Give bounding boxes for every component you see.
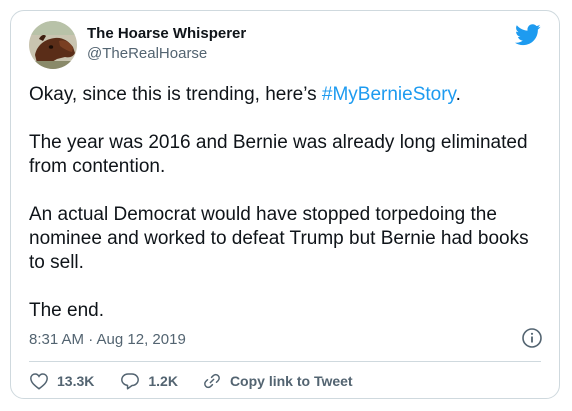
reply-button[interactable]: 1.2K: [120, 372, 178, 390]
copy-link-label: Copy link to Tweet: [229, 373, 353, 389]
author-avatar[interactable]: [29, 21, 77, 69]
heart-icon: [30, 373, 48, 390]
tweet-actions: 13.3K 1.2K Copy link to Tweet: [29, 369, 353, 393]
tweet-text-suffix: .: [455, 84, 461, 105]
tweet-card: The Hoarse Whisperer @TheRealHoarse Okay…: [10, 10, 560, 399]
tweet-text-prefix: Okay, since this is trending, here’s: [29, 84, 322, 105]
author-handle[interactable]: @TheRealHoarse: [87, 45, 207, 62]
tweet-text: Okay, since this is trending, here’s #My…: [29, 83, 544, 323]
twitter-bird-icon[interactable]: [515, 24, 541, 46]
reply-bubble-icon: [121, 373, 140, 390]
link-icon: [204, 373, 220, 389]
copy-link-button[interactable]: Copy link to Tweet: [202, 372, 353, 390]
horse-head-avatar-icon: [29, 21, 77, 69]
tweet-timestamp[interactable]: 8:31 AM · Aug 12, 2019: [29, 331, 186, 348]
author-display-name[interactable]: The Hoarse Whisperer: [87, 25, 246, 42]
tweet-paragraph: Okay, since this is trending, here’s #My…: [29, 83, 544, 107]
tweet-paragraph: An actual Democrat would have stopped to…: [29, 204, 529, 273]
info-icon[interactable]: [521, 327, 543, 349]
hashtag-link[interactable]: #MyBernieStory: [322, 84, 456, 105]
like-count: 13.3K: [57, 373, 95, 389]
tweet-paragraph: The year was 2016 and Bernie was already…: [29, 132, 528, 177]
divider: [29, 361, 541, 362]
reply-count: 1.2K: [148, 373, 178, 389]
tweet-paragraph: The end.: [29, 300, 104, 321]
like-button[interactable]: 13.3K: [29, 372, 94, 390]
